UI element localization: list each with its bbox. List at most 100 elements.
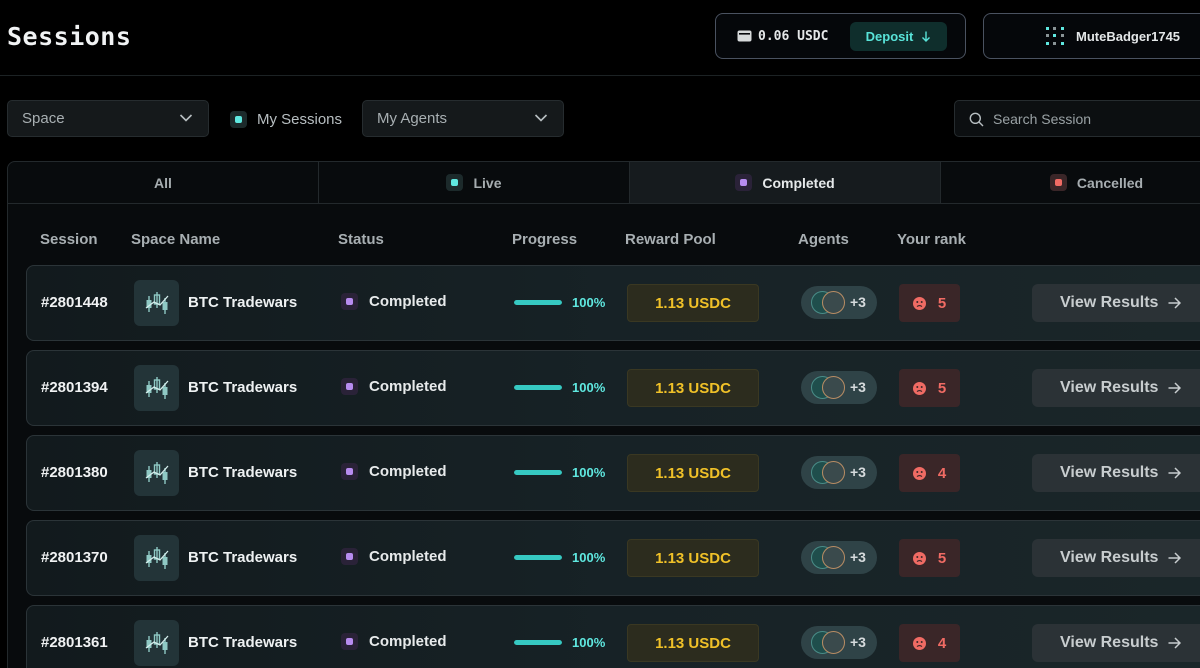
arrow-right-icon [1168,637,1182,649]
live-status-icon [446,174,464,191]
column-header-space-name: Space Name [131,231,221,248]
sad-face-icon [912,551,926,565]
agents-avatars[interactable]: +3 [801,541,877,574]
search-icon [969,112,984,127]
completed-status-icon [341,293,358,310]
rank-value: 5 [937,379,947,397]
agents-avatars[interactable]: +3 [801,286,877,319]
table-row[interactable]: #2801361 BTC Tradewars Completed 100% 1.… [26,605,1200,668]
view-results-button[interactable]: View Results [1032,539,1200,577]
status-label: Completed [369,378,447,395]
session-id: #2801361 [41,634,108,651]
completed-status-icon [341,548,358,565]
agent-avatar [822,291,845,314]
view-results-label: View Results [1060,464,1159,481]
status-badge: Completed [341,548,447,565]
progress-bar [514,470,562,475]
tab-live[interactable]: Live [319,162,630,203]
tab-completed[interactable]: Completed [630,162,941,203]
view-results-button[interactable]: View Results [1032,624,1200,662]
completed-status-icon [735,174,753,191]
status-label: Completed [369,463,447,480]
rank-badge: 4 [899,624,960,662]
agent-avatar [822,376,845,399]
agents-more-count: +3 [850,634,866,650]
progress-percent: 100% [572,380,606,395]
space-name: BTC Tradewars [188,294,298,311]
agents-avatars[interactable]: +3 [801,456,877,489]
progress-fill [514,300,562,305]
view-results-label: View Results [1060,294,1159,311]
progress-percent: 100% [572,295,606,310]
completed-status-icon [341,463,358,480]
progress-fill [514,470,562,475]
arrow-right-icon [1168,382,1182,394]
progress-percent: 100% [572,465,606,480]
candlestick-chart-icon [134,535,179,581]
status-tabs: All Live Completed Cancelled [8,162,1200,204]
space-name: BTC Tradewars [188,464,298,481]
agents-more-count: +3 [850,379,866,395]
agents-more-count: +3 [850,464,866,480]
table-row[interactable]: #2801370 BTC Tradewars Completed 100% 1.… [26,520,1200,596]
progress-bar [514,385,562,390]
table-row[interactable]: #2801448 BTC Tradewars Completed 100% 1.… [26,265,1200,341]
progress-fill [514,640,562,645]
chevron-down-icon [179,114,193,122]
chevron-down-icon [534,114,548,122]
column-header-agents: Agents [798,231,849,248]
progress-fill [514,555,562,560]
view-results-label: View Results [1060,379,1159,396]
completed-status-icon [341,378,358,395]
view-results-button[interactable]: View Results [1032,454,1200,492]
agents-filter-select[interactable]: My Agents [362,100,564,137]
status-badge: Completed [341,463,447,480]
agents-avatars[interactable]: +3 [801,371,877,404]
column-header-status: Status [338,231,384,248]
user-account-chip[interactable]: MuteBadger1745 [983,13,1200,59]
agent-avatar [822,461,845,484]
candlestick-chart-icon [134,450,179,496]
column-header-progress: Progress [512,231,578,248]
sad-face-icon [912,296,926,310]
reward-pool: 1.13 USDC [627,539,759,577]
table-row[interactable]: #2801380 BTC Tradewars Completed 100% 1.… [26,435,1200,511]
table-row[interactable]: #2801394 BTC Tradewars Completed 100% 1.… [26,350,1200,426]
completed-status-icon [341,633,358,650]
arrow-right-icon [1168,467,1182,479]
space-filter-select[interactable]: Space [7,100,209,137]
view-results-button[interactable]: View Results [1032,284,1200,322]
progress-percent: 100% [572,635,606,650]
search-session-input[interactable] [993,109,1200,129]
status-label: Completed [369,633,447,650]
checkbox-icon [230,110,247,128]
agents-filter-label: My Agents [377,110,448,127]
tab-all[interactable]: All [8,162,319,203]
rank-badge: 5 [899,369,960,407]
agents-avatars[interactable]: +3 [801,626,877,659]
session-id: #2801370 [41,549,108,566]
deposit-button[interactable]: Deposit [850,22,947,51]
tab-cancelled[interactable]: Cancelled [941,162,1200,203]
agent-avatar [822,631,845,654]
rank-value: 5 [937,549,947,567]
column-header-your-rank: Your rank [897,231,966,248]
arrow-down-icon [922,31,931,42]
reward-pool: 1.13 USDC [627,624,759,662]
my-sessions-label: My Sessions [257,110,343,128]
view-results-label: View Results [1060,549,1159,566]
status-label: Completed [369,548,447,565]
tab-label: Cancelled [1076,174,1144,191]
my-sessions-toggle[interactable]: My Sessions [230,106,342,132]
column-header-reward-pool: Reward Pool [625,231,716,248]
reward-pool: 1.13 USDC [627,284,759,322]
space-name: BTC Tradewars [188,549,298,566]
candlestick-chart-icon [134,620,179,666]
reward-pool: 1.13 USDC [627,454,759,492]
view-results-button[interactable]: View Results [1032,369,1200,407]
view-results-label: View Results [1060,634,1159,651]
status-label: Completed [369,293,447,310]
top-header: Sessions 0.06 USDC Deposit MuteBadger174… [0,0,1200,76]
cancelled-status-icon [1049,174,1067,191]
session-id: #2801448 [41,294,108,311]
